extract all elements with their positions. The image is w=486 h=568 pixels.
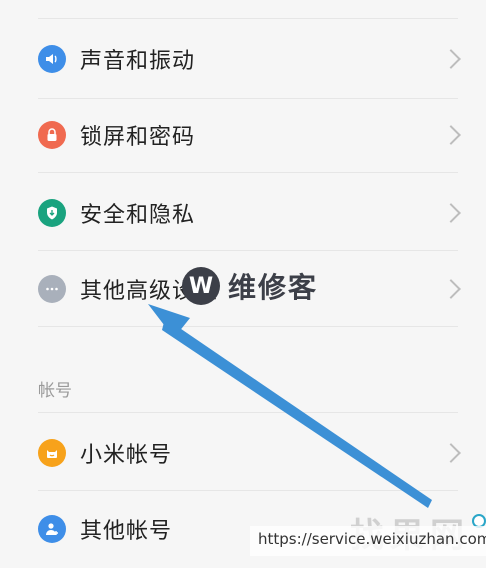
url-text: https://service.weixiuzhan.com (258, 530, 486, 548)
watermark-text: 维修客 (228, 271, 319, 304)
watermark-logo: W (182, 267, 220, 305)
watermark: W 维修客 (182, 266, 318, 306)
